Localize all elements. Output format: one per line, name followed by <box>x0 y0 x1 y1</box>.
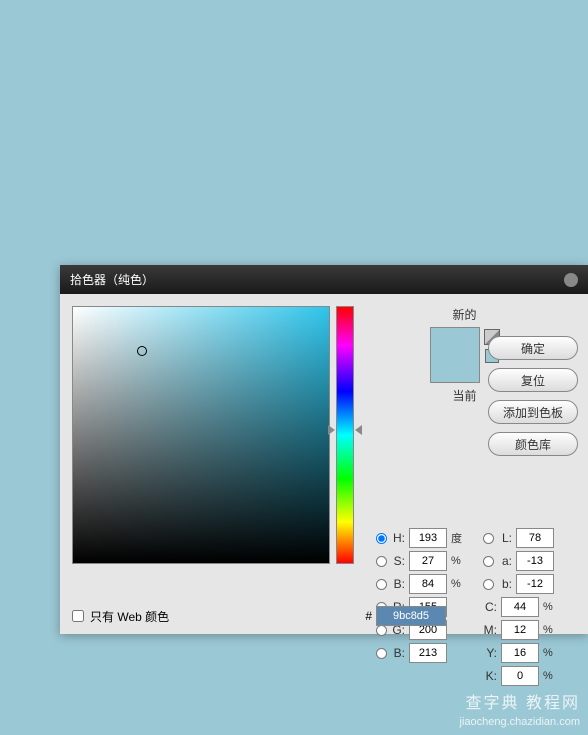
color-library-button[interactable]: 颜色库 <box>488 432 578 456</box>
k-input[interactable] <box>501 666 539 686</box>
a-input[interactable] <box>516 551 554 571</box>
watermark-title: 查字典 教程网 <box>460 694 580 715</box>
s-label: S: <box>391 554 405 568</box>
h-row: H: 度 <box>376 528 465 548</box>
y-row: Y: % <box>483 643 557 663</box>
l-radio[interactable] <box>483 533 494 544</box>
current-color-label: 当前 <box>452 387 476 404</box>
l-label: L: <box>498 531 512 545</box>
h-unit: 度 <box>451 530 465 546</box>
current-color-swatch[interactable] <box>431 355 479 382</box>
a-row: a: <box>483 551 557 571</box>
b-hsb-row: B: % <box>376 574 465 594</box>
y-unit: % <box>543 647 557 659</box>
color-picker-dialog: 拾色器（纯色） 新的 <box>60 265 588 634</box>
k-unit: % <box>543 670 557 682</box>
blend-mode-icon[interactable] <box>564 273 578 287</box>
s-row: S: % <box>376 551 465 571</box>
b-hsb-radio[interactable] <box>376 579 387 590</box>
a-label: a: <box>498 554 512 568</box>
watermark-url: jiaocheng.chazidian.com <box>460 715 580 729</box>
h-label: H: <box>391 531 405 545</box>
b-lab-row: b: <box>483 574 557 594</box>
y-input[interactable] <box>501 643 539 663</box>
b-lab-label: b: <box>498 577 512 591</box>
add-swatch-button[interactable]: 添加到色板 <box>488 400 578 424</box>
dialog-titlebar[interactable]: 拾色器（纯色） <box>60 265 588 294</box>
dialog-title: 拾色器（纯色） <box>70 271 154 288</box>
hex-label: # <box>365 609 372 623</box>
action-buttons: 确定 复位 添加到色板 颜色库 <box>488 336 578 456</box>
web-only-label: 只有 Web 颜色 <box>90 608 169 625</box>
g-radio[interactable] <box>376 625 387 636</box>
h-radio[interactable] <box>376 533 387 544</box>
hue-slider[interactable] <box>336 306 354 564</box>
b-hsb-unit: % <box>451 578 465 590</box>
hue-pointer-left-icon <box>328 425 335 435</box>
color-swatch[interactable] <box>430 327 480 383</box>
b-rgb-radio[interactable] <box>376 648 387 659</box>
reset-button[interactable]: 复位 <box>488 368 578 392</box>
hex-section: # <box>365 606 446 626</box>
new-color-label: 新的 <box>452 306 476 323</box>
l-row: L: <box>483 528 557 548</box>
a-radio[interactable] <box>483 556 494 567</box>
watermark: 查字典 教程网 jiaocheng.chazidian.com <box>460 694 580 729</box>
b-rgb-label: B: <box>391 646 405 660</box>
hue-pointer-right-icon <box>355 425 362 435</box>
b-rgb-row: B: <box>376 643 465 663</box>
b-hsb-label: B: <box>391 577 405 591</box>
k-row: K: % <box>483 666 557 686</box>
k-label: K: <box>483 669 497 683</box>
saturation-brightness-field[interactable] <box>72 306 330 564</box>
s-unit: % <box>451 555 465 567</box>
b-hsb-input[interactable] <box>409 574 447 594</box>
b-rgb-input[interactable] <box>409 643 447 663</box>
new-color-swatch[interactable] <box>431 328 479 355</box>
dialog-body: 新的 当前 H: 度 <box>60 294 588 634</box>
h-input[interactable] <box>409 528 447 548</box>
y-label: Y: <box>483 646 497 660</box>
web-only-checkbox[interactable] <box>72 610 84 622</box>
l-input[interactable] <box>516 528 554 548</box>
color-spectrum-section <box>72 306 354 598</box>
s-radio[interactable] <box>376 556 387 567</box>
hex-input[interactable] <box>376 606 446 626</box>
color-field-cursor[interactable] <box>137 346 147 356</box>
s-input[interactable] <box>409 551 447 571</box>
b-lab-radio[interactable] <box>483 579 494 590</box>
bottom-row: 只有 Web 颜色 # <box>72 606 576 626</box>
ok-button[interactable]: 确定 <box>488 336 578 360</box>
b-lab-input[interactable] <box>516 574 554 594</box>
